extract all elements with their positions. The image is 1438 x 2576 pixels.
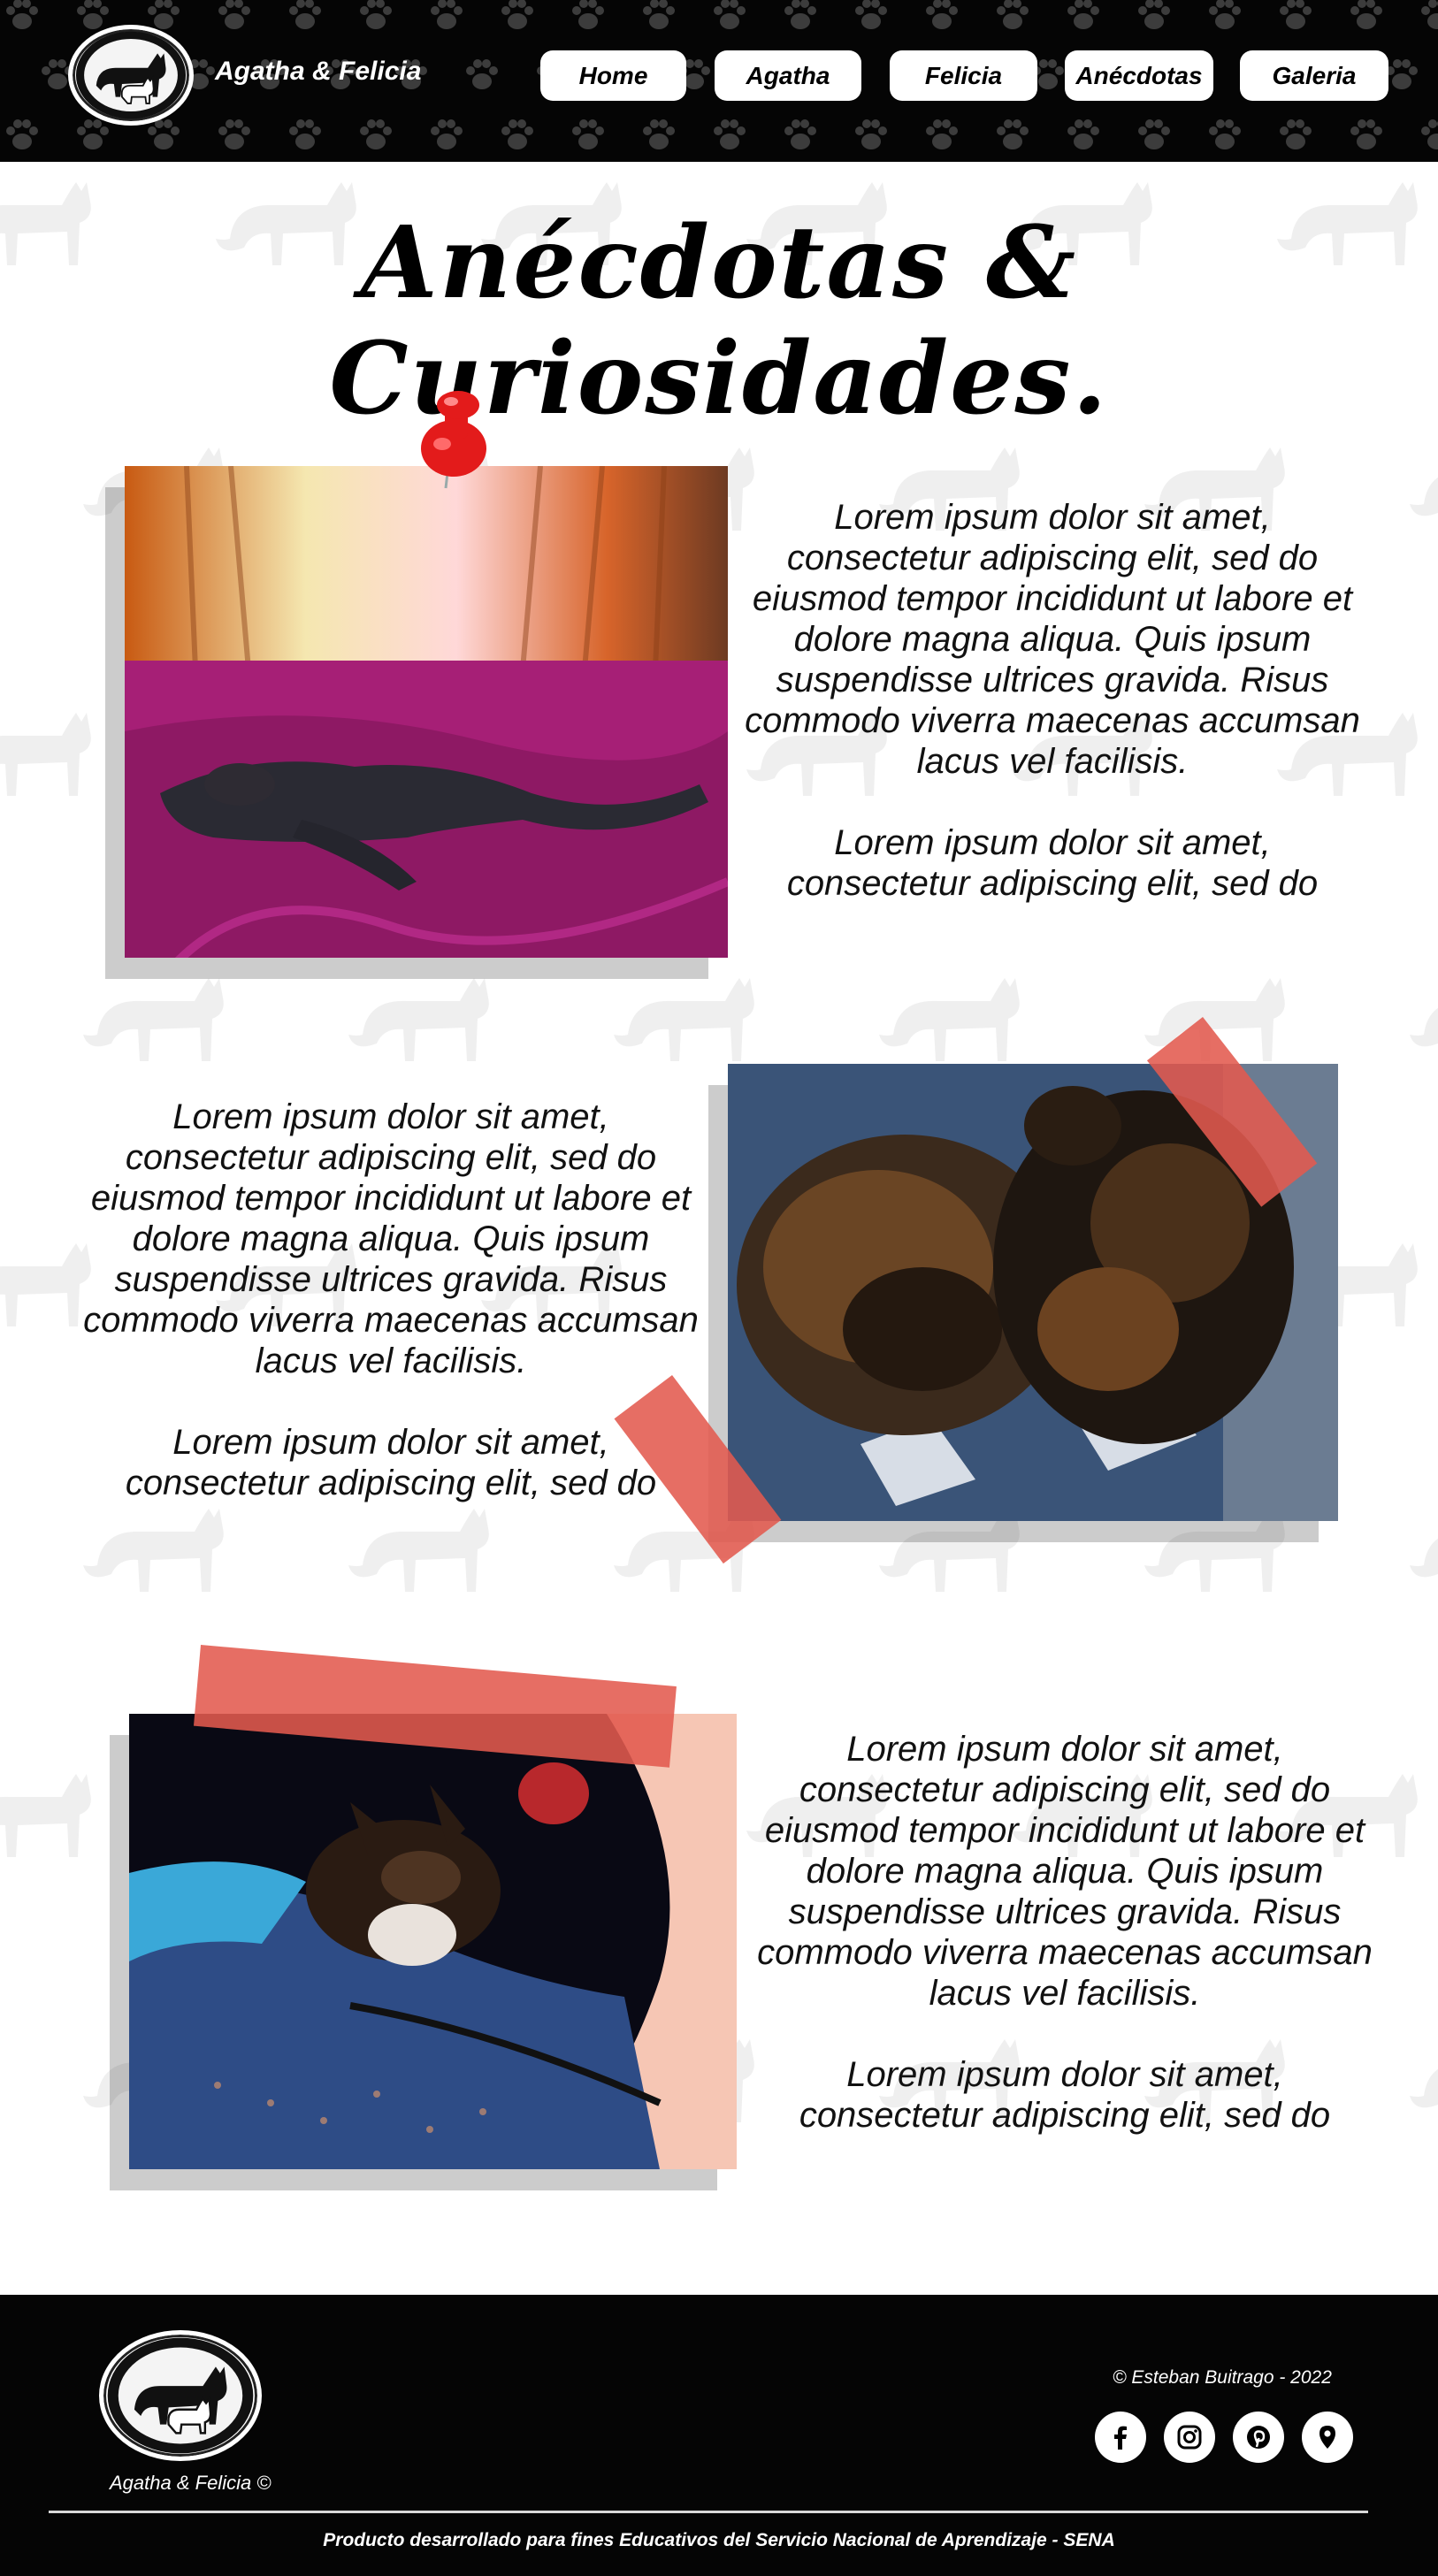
footer-brand: Agatha & Felicia © xyxy=(110,2472,272,2494)
paw-print-icon xyxy=(425,0,469,37)
cat-silhouette-icon xyxy=(1406,1477,1438,1601)
cat-silhouette-icon xyxy=(876,946,1044,1070)
anecdote-1-paragraph-1: Lorem ipsum dolor sit amet, consectetur … xyxy=(745,498,1360,781)
paw-print-icon xyxy=(495,0,539,37)
paw-print-icon xyxy=(1415,113,1438,157)
paw-print-icon xyxy=(1274,0,1318,37)
paw-print-icon xyxy=(354,113,398,157)
cat-silhouette-icon xyxy=(1406,2007,1438,2131)
nav-felicia-button[interactable]: Felicia xyxy=(890,50,1037,101)
paw-print-icon xyxy=(778,113,822,157)
facebook-link[interactable] xyxy=(1095,2412,1146,2463)
nav-home-button[interactable]: Home xyxy=(540,50,686,101)
paw-print-icon xyxy=(212,113,256,157)
paw-print-icon xyxy=(1344,113,1388,157)
push-pin-icon xyxy=(416,389,492,491)
paw-print-icon xyxy=(354,0,398,37)
paw-print-icon xyxy=(849,113,893,157)
site-footer: Agatha & Felicia © © Esteban Buitrago - … xyxy=(0,2295,1438,2576)
paw-print-icon xyxy=(1132,113,1176,157)
paw-print-icon xyxy=(778,0,822,37)
location-link[interactable] xyxy=(1302,2412,1353,2463)
paw-print-icon xyxy=(495,113,539,157)
paw-print-icon xyxy=(708,113,752,157)
nav-galeria-button[interactable]: Galeria xyxy=(1240,50,1388,101)
footer-note: Producto desarrollado para fines Educati… xyxy=(323,2530,1115,2550)
location-pin-icon xyxy=(1319,2426,1335,2449)
paw-print-icon xyxy=(920,113,964,157)
page-title: Anécdotas & Curiosidades. xyxy=(329,205,1109,437)
nav-anecdotas-button[interactable]: Anécdotas xyxy=(1065,50,1213,101)
anecdote-1-paragraph-2: Lorem ipsum dolor sit amet, consectetur … xyxy=(786,823,1319,903)
paw-print-icon xyxy=(425,113,469,157)
cat-photo-3 xyxy=(129,1714,737,2169)
paw-print-icon xyxy=(1344,0,1388,37)
anecdote-2-paragraph-1: Lorem ipsum dolor sit amet, consectetur … xyxy=(83,1097,699,1380)
pinterest-link[interactable] xyxy=(1233,2412,1284,2463)
cat-pair-logo-icon xyxy=(107,2337,254,2454)
cat-silhouette-icon xyxy=(345,946,513,1070)
paw-print-icon xyxy=(0,0,44,37)
paw-print-icon xyxy=(991,0,1035,37)
paw-print-icon xyxy=(283,113,327,157)
main-nav: Home Agatha Felicia Anécdotas Galeria xyxy=(0,50,1438,103)
anecdote-3-paragraph-1: Lorem ipsum dolor sit amet, consectetur … xyxy=(757,1730,1373,2013)
cat-silhouette-icon xyxy=(0,681,115,805)
paw-print-icon xyxy=(920,0,964,37)
paw-print-icon xyxy=(1061,0,1105,37)
cat-silhouette-icon xyxy=(1406,946,1438,1070)
copyright-text: © Esteban Buitrago - 2022 xyxy=(1113,2367,1332,2388)
instagram-icon xyxy=(1177,2425,1202,2450)
paw-print-icon xyxy=(991,113,1035,157)
paw-print-icon xyxy=(566,113,610,157)
cat-photo-1 xyxy=(125,466,728,958)
paw-print-icon xyxy=(637,0,681,37)
paw-print-icon xyxy=(1415,0,1438,37)
paw-print-icon xyxy=(1132,0,1176,37)
anecdote-2-paragraph-2: Lorem ipsum dolor sit amet, consectetur … xyxy=(125,1423,657,1502)
site-header: Agatha & Felicia Home Agatha Felicia Ané… xyxy=(0,0,1438,162)
footer-logo[interactable] xyxy=(99,2330,262,2461)
cat-silhouette-icon xyxy=(0,1742,115,1866)
paw-print-icon xyxy=(1203,0,1247,37)
pinterest-icon xyxy=(1247,2426,1270,2449)
paw-print-icon xyxy=(849,0,893,37)
anecdote-text-3: Lorem ipsum dolor sit amet, consectetur … xyxy=(753,1729,1376,2136)
facebook-icon xyxy=(1114,2426,1127,2450)
footer-divider xyxy=(49,2511,1368,2513)
paw-print-icon xyxy=(637,113,681,157)
instagram-link[interactable] xyxy=(1164,2412,1215,2463)
paw-print-icon xyxy=(283,0,327,37)
paw-print-icon xyxy=(708,0,752,37)
cat-silhouette-icon xyxy=(80,946,248,1070)
nav-agatha-button[interactable]: Agatha xyxy=(715,50,861,101)
paw-print-icon xyxy=(1274,113,1318,157)
anecdote-text-2: Lorem ipsum dolor sit amet, consectetur … xyxy=(80,1097,702,1503)
paw-print-icon xyxy=(212,0,256,37)
cat-silhouette-icon xyxy=(610,946,778,1070)
paw-print-icon xyxy=(1061,113,1105,157)
paw-print-icon xyxy=(0,113,44,157)
anecdote-3-paragraph-2: Lorem ipsum dolor sit amet, consectetur … xyxy=(799,2055,1331,2135)
anecdote-text-1: Lorem ipsum dolor sit amet, consectetur … xyxy=(741,497,1364,904)
paw-print-icon xyxy=(1203,113,1247,157)
paw-print-icon xyxy=(566,0,610,37)
